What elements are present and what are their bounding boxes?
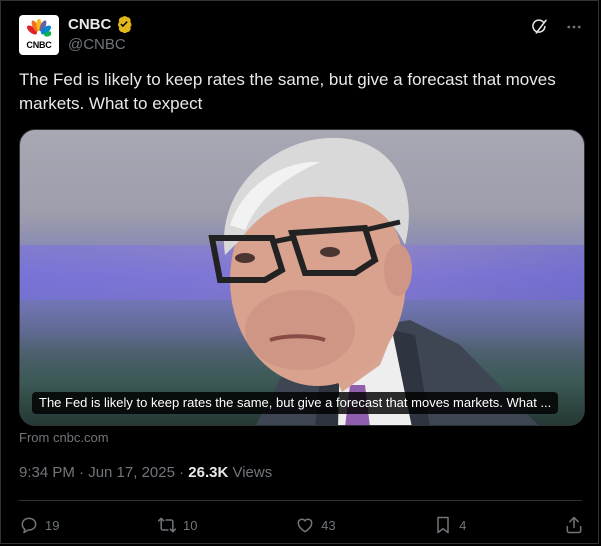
bookmark-button[interactable]: 4: [433, 515, 466, 535]
post-meta: 9:34 PM · Jun 17, 2025 · 26.3K Views: [19, 464, 272, 481]
card-caption: The Fed is likely to keep rates the same…: [32, 392, 559, 414]
header-actions: [530, 17, 584, 37]
share-button[interactable]: [564, 515, 584, 535]
article-photo: [208, 137, 539, 425]
grok-icon[interactable]: [530, 17, 550, 37]
post-text: The Fed is likely to keep rates the same…: [19, 70, 556, 113]
like-button[interactable]: 43: [295, 515, 336, 535]
repost-count: 10: [183, 517, 198, 533]
repost-icon: [157, 517, 177, 533]
post-header: CNBC CNBC @CNBC: [19, 13, 584, 57]
repost-button[interactable]: 10: [157, 515, 198, 535]
avatar[interactable]: CNBC: [19, 15, 59, 55]
views-count: 26.3K: [188, 464, 229, 481]
link-card[interactable]: The Fed is likely to keep rates the same…: [19, 129, 585, 426]
author-info: CNBC @CNBC: [68, 15, 133, 53]
verified-badge-icon[interactable]: [115, 15, 133, 34]
bookmark-icon: [437, 516, 449, 534]
card-source[interactable]: From cnbc.com: [19, 430, 109, 445]
reply-button[interactable]: 19: [19, 515, 59, 535]
more-icon[interactable]: [564, 17, 584, 37]
avatar-text: CNBC: [26, 40, 52, 50]
post-timestamp[interactable]: 9:34 PM · Jun 17, 2025 ·: [19, 464, 188, 481]
reply-icon: [21, 517, 37, 534]
display-name[interactable]: CNBC: [68, 16, 111, 33]
share-icon: [566, 516, 582, 534]
like-count: 43: [321, 517, 336, 533]
peacock-logo-icon: [27, 19, 51, 37]
bookmark-count: 4: [459, 517, 467, 533]
reply-count: 19: [45, 517, 60, 533]
action-bar: 19 10 43 4: [19, 513, 584, 537]
handle[interactable]: @CNBC: [68, 36, 133, 53]
divider: [19, 500, 582, 501]
views-label: Views: [228, 464, 273, 481]
like-icon: [297, 518, 313, 533]
post-card: CNBC CNBC @CNBC The Fed is likely to kee…: [0, 0, 599, 544]
